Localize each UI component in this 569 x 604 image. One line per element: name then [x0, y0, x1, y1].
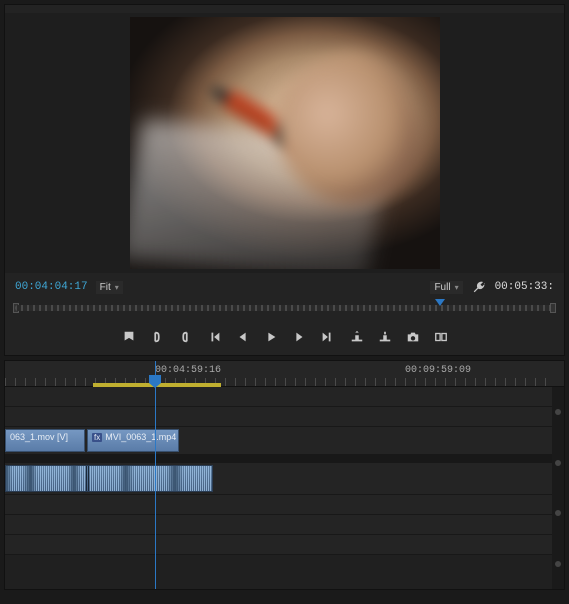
resolution-dropdown[interactable]: Full ▾: [430, 281, 462, 294]
timeline-scrollbar[interactable]: [552, 387, 564, 589]
video-clip[interactable]: fxMVI_0063_1.mp4 [V]: [87, 429, 179, 452]
video-clip[interactable]: 063_1.mov [V]: [5, 429, 85, 452]
program-info-bar: 00:04:04:17 Fit ▾ Full ▾ 00:05:33:: [5, 273, 564, 297]
track-a3[interactable]: [5, 515, 552, 535]
duration-timecode[interactable]: 00:05:33:: [495, 281, 554, 293]
tracks-area: 063_1.mov [V] fxMVI_0063_1.mp4 [V]: [5, 387, 552, 589]
lift-button[interactable]: [349, 329, 365, 345]
current-timecode[interactable]: 00:04:04:17: [15, 281, 88, 293]
step-back-button[interactable]: [235, 329, 251, 345]
program-monitor-panel: 00:04:04:17 Fit ▾ Full ▾ 00:05:33:: [4, 4, 565, 356]
track-spacer: [5, 455, 552, 463]
export-frame-button[interactable]: [405, 329, 421, 345]
chevron-down-icon: ▾: [115, 283, 119, 292]
add-marker-button[interactable]: [121, 329, 137, 345]
waveform-icon: [6, 466, 212, 491]
clip-label: MVI_0063_1.mp4 [V]: [105, 432, 179, 442]
scroll-handle-icon[interactable]: [555, 510, 561, 516]
zoom-fit-dropdown[interactable]: Fit ▾: [96, 281, 123, 294]
scroll-handle-icon[interactable]: [555, 409, 561, 415]
scrub-track[interactable]: [15, 305, 554, 311]
scroll-handle-icon[interactable]: [555, 561, 561, 567]
scrub-playhead-icon[interactable]: [435, 299, 445, 311]
ruler-ticks: [5, 378, 552, 386]
program-scrub-bar[interactable]: [15, 299, 554, 321]
track-a1[interactable]: [5, 463, 552, 495]
goto-in-button[interactable]: [207, 329, 223, 345]
track-a2[interactable]: [5, 495, 552, 515]
track-a4[interactable]: [5, 535, 552, 555]
fx-badge-icon: fx: [92, 433, 102, 442]
scrub-handle-right[interactable]: [550, 303, 556, 313]
goto-out-button[interactable]: [319, 329, 335, 345]
time-ruler[interactable]: 00:04:59:16 00:09:59:09: [5, 361, 564, 387]
timeline-panel: 00:04:59:16 00:09:59:09 063_1.mov [V] fxMV…: [4, 360, 565, 590]
transport-controls: [5, 321, 564, 355]
mark-in-button[interactable]: [149, 329, 165, 345]
timeline-playhead[interactable]: [155, 361, 156, 589]
comparison-view-button[interactable]: [433, 329, 449, 345]
chevron-down-icon: ▾: [455, 283, 459, 292]
play-button[interactable]: [263, 329, 279, 345]
clip-label: 063_1.mov [V]: [10, 432, 68, 442]
ruler-timecode: 00:04:59:16: [155, 365, 221, 376]
ruler-timecode: 00:09:59:09: [405, 365, 471, 376]
track-v3[interactable]: [5, 387, 552, 407]
audio-clip[interactable]: [5, 465, 213, 492]
track-v2[interactable]: [5, 407, 552, 427]
clip-cut: [88, 466, 89, 491]
track-v1[interactable]: 063_1.mov [V] fxMVI_0063_1.mp4 [V]: [5, 427, 552, 455]
resolution-label: Full: [434, 282, 450, 293]
preview-area[interactable]: [5, 13, 564, 273]
video-frame: [130, 17, 440, 269]
settings-wrench-icon[interactable]: [471, 279, 487, 295]
step-forward-button[interactable]: [291, 329, 307, 345]
mark-out-button[interactable]: [177, 329, 193, 345]
scroll-handle-icon[interactable]: [555, 460, 561, 466]
extract-button[interactable]: [377, 329, 393, 345]
clip-cut: [86, 466, 87, 491]
fit-label: Fit: [100, 282, 111, 293]
